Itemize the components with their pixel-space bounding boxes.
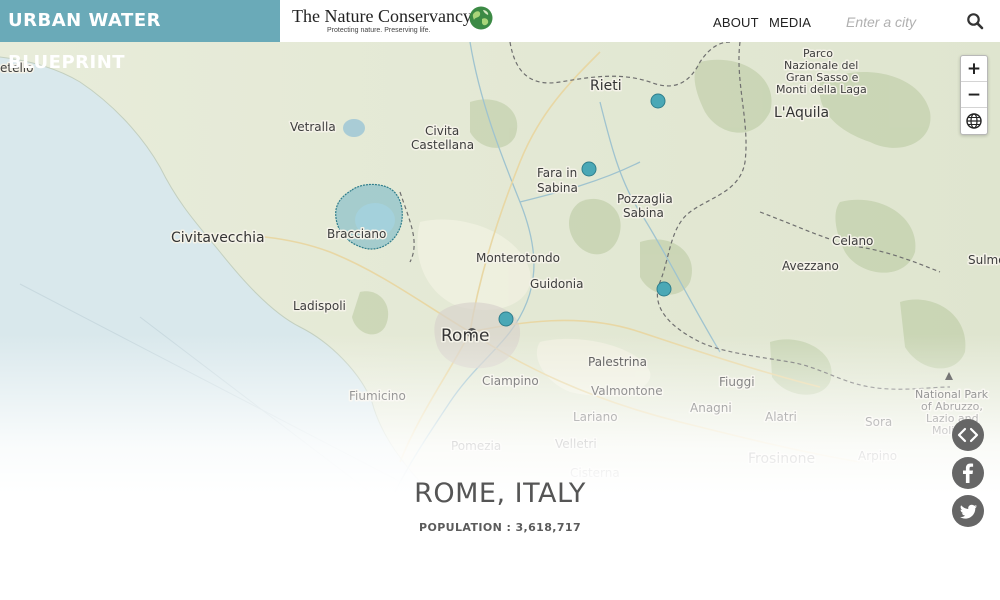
label-sulmo: Sulmo xyxy=(968,253,1000,267)
zoom-out-button[interactable]: − xyxy=(961,82,987,108)
label-monterotondo: Monterotondo xyxy=(476,251,560,265)
partner-tagline: Protecting nature. Preserving life. xyxy=(327,27,431,34)
source-marker-east[interactable] xyxy=(656,281,672,297)
label-ciampino: Ciampino xyxy=(482,374,539,388)
facebook-icon xyxy=(963,463,974,483)
nav-media-link[interactable]: MEDIA xyxy=(769,15,811,30)
label-palestrina: Palestrina xyxy=(588,355,647,369)
label-ladispoli: Ladispoli xyxy=(293,299,346,313)
site-header: URBAN WATER BLUEPRINT The Nature Conserv… xyxy=(0,0,1000,73)
label-alatri: Alatri xyxy=(765,410,797,424)
partner-name: The Nature Conservancy xyxy=(292,6,472,26)
label-fiumicino: Fiumicino xyxy=(349,389,406,403)
label-avezzano: Avezzano xyxy=(782,259,839,273)
label-guidonia: Guidonia xyxy=(530,277,584,291)
label-fiuggi: Fiuggi xyxy=(719,375,755,389)
label-civita-2: Castellana xyxy=(411,138,474,152)
city-title: ROME, ITALY xyxy=(414,478,586,509)
map-view[interactable]: etello Vetralla Civita Castellana Rieti … xyxy=(0,42,1000,492)
globe-icon xyxy=(966,113,982,129)
source-marker-fara[interactable] xyxy=(581,161,597,177)
label-parco-4: Monti della Laga xyxy=(776,83,867,96)
label-vetralla: Vetralla xyxy=(290,120,336,134)
label-civita-1: Civita xyxy=(425,124,459,138)
zoom-in-button[interactable]: + xyxy=(961,56,987,82)
lake-vico xyxy=(343,119,365,137)
label-fara-1: Fara in xyxy=(537,166,577,180)
label-sora: Sora xyxy=(865,415,892,429)
map-zoom-control: + − xyxy=(960,55,988,135)
label-velletri: Velletri xyxy=(555,437,597,451)
facebook-share-button[interactable] xyxy=(952,457,984,489)
population-stat: POPULATION : 3,618,717 xyxy=(418,521,582,534)
label-valmontone: Valmontone xyxy=(591,384,663,398)
partner-logo[interactable]: The Nature Conservancy Protecting nature… xyxy=(292,6,502,38)
label-fara-2: Sabina xyxy=(537,181,578,195)
label-celano: Celano xyxy=(832,234,873,248)
label-pomezia: Pomezia xyxy=(451,439,501,453)
nav-about-link[interactable]: ABOUT xyxy=(713,15,759,30)
embed-icon xyxy=(957,427,979,443)
label-rieti: Rieti xyxy=(590,78,622,94)
label-laquila: L'Aquila xyxy=(774,105,829,121)
label-pozzaglia-2: Sabina xyxy=(623,206,664,220)
source-marker-rome-east[interactable] xyxy=(498,311,514,327)
embed-button[interactable] xyxy=(952,419,984,451)
search-icon[interactable] xyxy=(966,12,984,30)
city-search-input[interactable] xyxy=(840,9,970,35)
label-civitavecchia: Civitavecchia xyxy=(171,230,265,246)
label-anagni: Anagni xyxy=(690,401,732,415)
twitter-share-button[interactable] xyxy=(952,495,984,527)
world-view-button[interactable] xyxy=(961,108,987,134)
twitter-icon xyxy=(959,504,977,519)
brand-logo[interactable]: URBAN WATER BLUEPRINT xyxy=(0,0,280,73)
label-pozzaglia-1: Pozzaglia xyxy=(617,192,673,206)
label-arpino: Arpino xyxy=(858,449,897,463)
label-frosinone: Frosinone xyxy=(748,451,815,467)
label-bracciano: Bracciano xyxy=(327,227,386,241)
globe-icon xyxy=(469,6,493,30)
label-rome: Rome xyxy=(441,326,489,346)
source-marker-rieti[interactable] xyxy=(650,93,666,109)
label-lariano: Lariano xyxy=(573,410,618,424)
